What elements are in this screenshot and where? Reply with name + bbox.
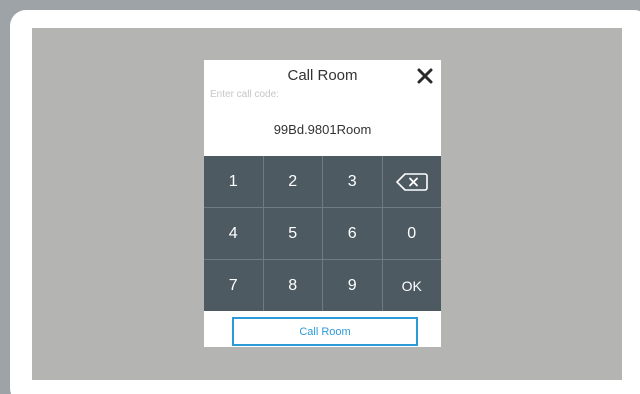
key-7[interactable]: 7	[204, 260, 263, 311]
key-5[interactable]: 5	[263, 208, 322, 259]
key-9[interactable]: 9	[323, 260, 382, 311]
call-room-dialog: Call Room Enter call code: 99Bd.9801Room…	[204, 60, 441, 347]
close-button[interactable]	[413, 62, 437, 86]
call-room-button[interactable]: Call Room	[232, 317, 418, 346]
call-code-input[interactable]: 99Bd.9801Room	[204, 122, 441, 137]
dialog-footer: Call Room	[204, 311, 441, 347]
key-8[interactable]: 8	[263, 260, 322, 311]
dialog-title: Call Room	[287, 67, 358, 84]
keypad: 1 2 3 4 5 6 0 7 8 9 OK	[204, 156, 441, 311]
key-1[interactable]: 1	[204, 156, 263, 207]
ok-key[interactable]: OK	[382, 260, 441, 311]
call-code-prompt: Enter call code:	[210, 89, 279, 100]
key-4[interactable]: 4	[204, 208, 263, 259]
close-icon	[417, 68, 433, 83]
key-3[interactable]: 3	[323, 156, 382, 207]
backspace-icon	[395, 172, 428, 191]
key-2[interactable]: 2	[263, 156, 322, 207]
backspace-key[interactable]	[382, 156, 441, 207]
key-0[interactable]: 0	[382, 208, 441, 259]
key-6[interactable]: 6	[323, 208, 382, 259]
dialog-header: Call Room Enter call code: 99Bd.9801Room	[204, 60, 441, 156]
